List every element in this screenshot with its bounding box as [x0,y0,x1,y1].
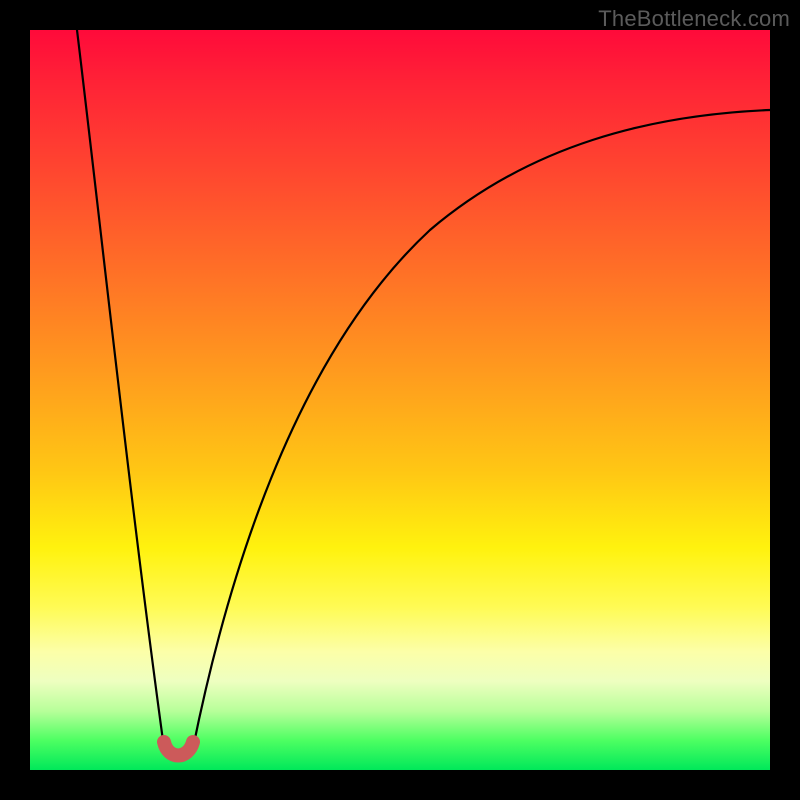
valley-marker [164,742,193,756]
watermark-text: TheBottleneck.com [598,6,790,32]
chart-curves [30,30,770,770]
chart-frame: TheBottleneck.com [0,0,800,800]
right-branch-curve [193,110,770,748]
left-branch-curve [77,30,164,748]
